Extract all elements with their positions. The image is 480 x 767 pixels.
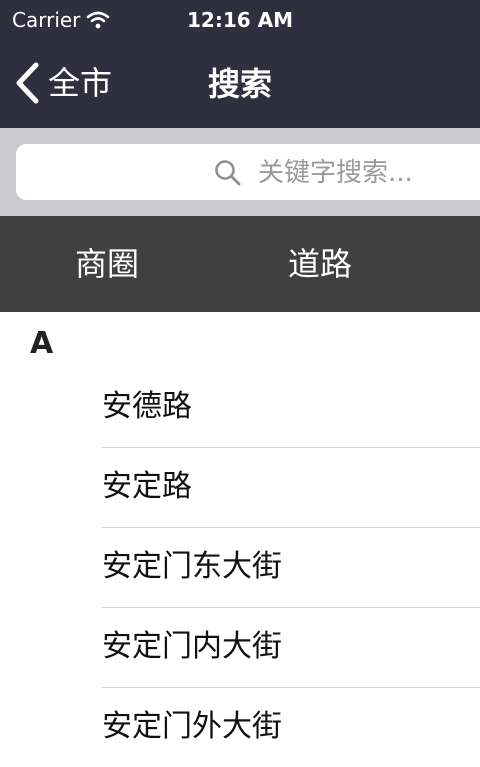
top-bar: Carrier 12:16 AM 全市 搜索 (0, 0, 480, 128)
search-bar (0, 128, 480, 216)
list-item-label: 安定门东大街 (102, 549, 282, 584)
status-bar: Carrier 12:16 AM (0, 0, 480, 40)
tab-road[interactable]: 道路 (240, 244, 400, 284)
list-item[interactable]: 安定路 (102, 447, 480, 528)
search-field[interactable] (16, 144, 480, 200)
section-header-a: A (30, 326, 54, 361)
status-time: 12:16 AM (186, 8, 293, 32)
list-item-label: 安定门内大街 (102, 629, 282, 664)
navigation-bar: 全市 搜索 (0, 40, 480, 128)
list-item[interactable]: 安定门外大街 (102, 687, 480, 767)
list-item-label: 安定门外大街 (102, 709, 282, 744)
list-item-label: 安德路 (102, 389, 192, 424)
tab-business-district[interactable]: 商圈 (27, 244, 187, 284)
list-item-label: 安定路 (102, 469, 192, 504)
segment-tabs: 商圈 道路 (0, 216, 480, 312)
list-item[interactable]: 安定门东大街 (102, 527, 480, 608)
list-item[interactable]: 安定门内大街 (102, 607, 480, 688)
search-icon (215, 160, 241, 186)
page-title: 搜索 (207, 65, 272, 103)
search-input[interactable] (256, 154, 480, 192)
list-item[interactable]: 安德路 (102, 367, 480, 448)
